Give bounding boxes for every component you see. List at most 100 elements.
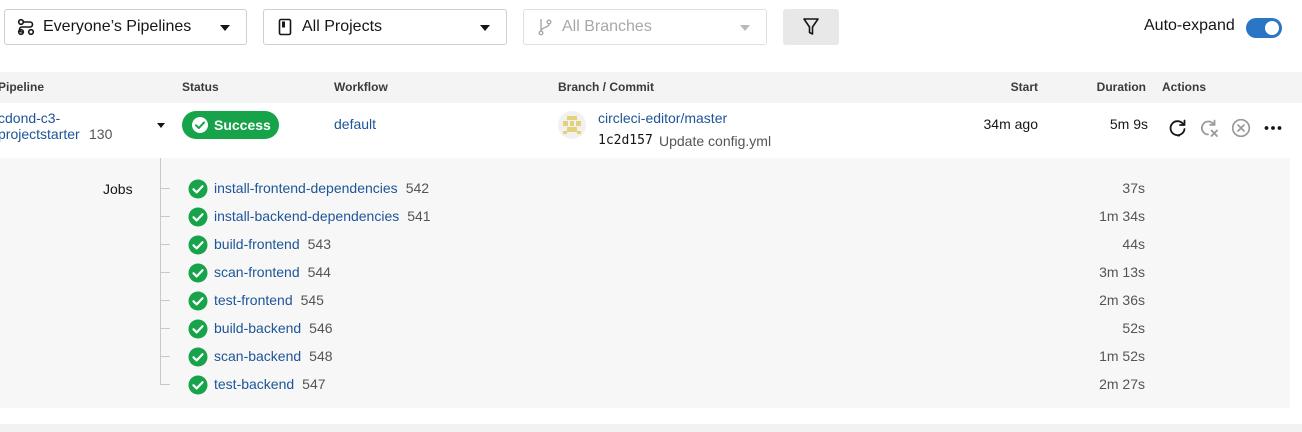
avatar <box>558 111 586 139</box>
job-link[interactable]: scan-frontend 544 <box>214 264 331 280</box>
expand-caret-icon[interactable] <box>157 123 165 128</box>
job-number: 543 <box>307 236 331 252</box>
pipeline-row: cdond-c3- projectstarter 130 Success def… <box>0 103 1302 158</box>
pipeline-name-line1: cdond-c3- <box>0 110 61 126</box>
job-name: test-backend <box>214 376 295 392</box>
ellipsis-icon <box>1264 126 1282 130</box>
job-name: scan-backend <box>214 348 302 364</box>
branch-link[interactable]: circleci-editor/master <box>598 110 727 126</box>
check-circle-icon <box>188 179 208 199</box>
project-book-icon <box>276 18 294 36</box>
tree-connector-tick <box>160 384 170 385</box>
branches-filter-label: All Branches <box>562 18 652 35</box>
pipeline-duration: 5m 9s <box>1109 116 1148 132</box>
job-link[interactable]: build-frontend 543 <box>214 236 331 252</box>
job-number: 547 <box>302 376 326 392</box>
job-duration: 3m 13s <box>1099 264 1145 280</box>
tree-connector-tick <box>160 356 170 357</box>
auto-expand-toggle[interactable] <box>1246 18 1282 38</box>
table-header: Pipeline Status Workflow Branch / Commit… <box>0 72 1302 103</box>
pipelines-filter-label: Everyone’s Pipelines <box>43 18 192 35</box>
check-circle-icon <box>188 235 208 255</box>
header-duration: Duration <box>1096 80 1146 94</box>
header-workflow: Workflow <box>334 80 388 94</box>
job-link[interactable]: test-frontend 545 <box>214 292 324 308</box>
projects-filter-dropdown[interactable]: All Projects <box>263 9 507 45</box>
job-link[interactable]: install-backend-dependencies 541 <box>214 208 431 224</box>
workflow-link[interactable]: default <box>334 116 376 132</box>
job-row: scan-frontend 544 3m 13s <box>0 259 1290 287</box>
rerun-failed-button[interactable] <box>1199 118 1219 138</box>
pipelines-icon <box>17 18 35 36</box>
job-number: 545 <box>300 292 324 308</box>
header-branch-commit: Branch / Commit <box>558 80 655 94</box>
check-circle-icon <box>188 375 208 395</box>
job-row: build-frontend 543 44s <box>0 231 1290 259</box>
toggle-knob <box>1265 21 1279 35</box>
status-text: Success <box>214 117 271 133</box>
check-circle-icon <box>188 347 208 367</box>
pipeline-start-time: 34m ago <box>983 116 1038 132</box>
pipeline-number: 130 <box>89 126 113 142</box>
job-row: build-backend 546 52s <box>0 315 1290 343</box>
job-link[interactable]: test-backend 547 <box>214 376 326 392</box>
check-circle-icon <box>192 117 208 133</box>
pipelines-filter-dropdown[interactable]: Everyone’s Pipelines <box>4 9 247 45</box>
chevron-down-icon <box>740 25 750 31</box>
rerun-icon <box>1169 119 1186 137</box>
pipeline-project-link[interactable]: cdond-c3- projectstarter <box>0 110 80 142</box>
job-name: scan-frontend <box>214 264 300 280</box>
commit-message: Update config.yml <box>659 133 772 149</box>
job-name: install-backend-dependencies <box>214 208 400 224</box>
commit-hash-link[interactable]: 1c2d157 <box>598 133 653 148</box>
chevron-down-icon <box>220 25 230 31</box>
chevron-down-icon <box>480 25 490 31</box>
rerun-failed-icon <box>1200 119 1218 137</box>
job-link[interactable]: build-backend 546 <box>214 320 333 336</box>
job-row: install-backend-dependencies 541 1m 34s <box>0 203 1290 231</box>
job-link[interactable]: install-frontend-dependencies 542 <box>214 180 429 196</box>
check-circle-icon <box>188 291 208 311</box>
header-actions: Actions <box>1162 80 1207 94</box>
git-branch-icon <box>536 18 554 36</box>
cancel-x-circle-icon <box>1231 118 1251 138</box>
header-status: Status <box>182 80 219 94</box>
job-number: 541 <box>407 208 431 224</box>
tree-connector-tick <box>160 216 170 217</box>
job-number: 546 <box>309 320 333 336</box>
job-duration: 37s <box>1122 180 1145 196</box>
job-row: install-frontend-dependencies 542 37s <box>0 175 1290 203</box>
job-number: 548 <box>309 348 333 364</box>
check-circle-icon <box>188 319 208 339</box>
job-duration: 44s <box>1122 236 1145 252</box>
job-name: install-frontend-dependencies <box>214 180 398 196</box>
tree-connector-tick <box>160 188 170 189</box>
job-name: build-backend <box>214 320 302 336</box>
branches-filter-dropdown[interactable]: All Branches <box>523 9 767 45</box>
check-circle-icon <box>188 207 208 227</box>
more-actions-button[interactable] <box>1263 118 1283 138</box>
tree-connector-tick <box>160 244 170 245</box>
header-start: Start <box>1010 80 1038 94</box>
cancel-button[interactable] <box>1231 118 1251 138</box>
tree-connector-tick <box>160 300 170 301</box>
job-link[interactable]: scan-backend 548 <box>214 348 333 364</box>
tree-connector-tick <box>160 328 170 329</box>
jobs-panel: Jobs install-frontend-dependencies 542 37s… <box>0 158 1290 408</box>
filter-bar: Everyone’s Pipelines All Projects All Br… <box>0 9 1302 45</box>
header-pipeline: Pipeline <box>0 80 45 94</box>
identicon-image <box>563 116 581 134</box>
auto-expand-label: Auto-expand <box>1144 17 1235 34</box>
rerun-button[interactable] <box>1168 118 1188 138</box>
job-duration: 1m 52s <box>1099 348 1145 364</box>
job-duration: 2m 27s <box>1099 376 1145 392</box>
job-row: test-backend 547 2m 27s <box>0 371 1290 399</box>
job-duration: 1m 34s <box>1099 208 1145 224</box>
job-row: scan-backend 548 1m 52s <box>0 343 1290 371</box>
job-name: test-frontend <box>214 292 293 308</box>
job-number: 544 <box>307 264 331 280</box>
filter-button[interactable] <box>783 9 839 45</box>
status-badge[interactable]: Success <box>182 111 279 139</box>
pipeline-name-line2: projectstarter <box>0 126 80 142</box>
check-circle-icon <box>188 263 208 283</box>
